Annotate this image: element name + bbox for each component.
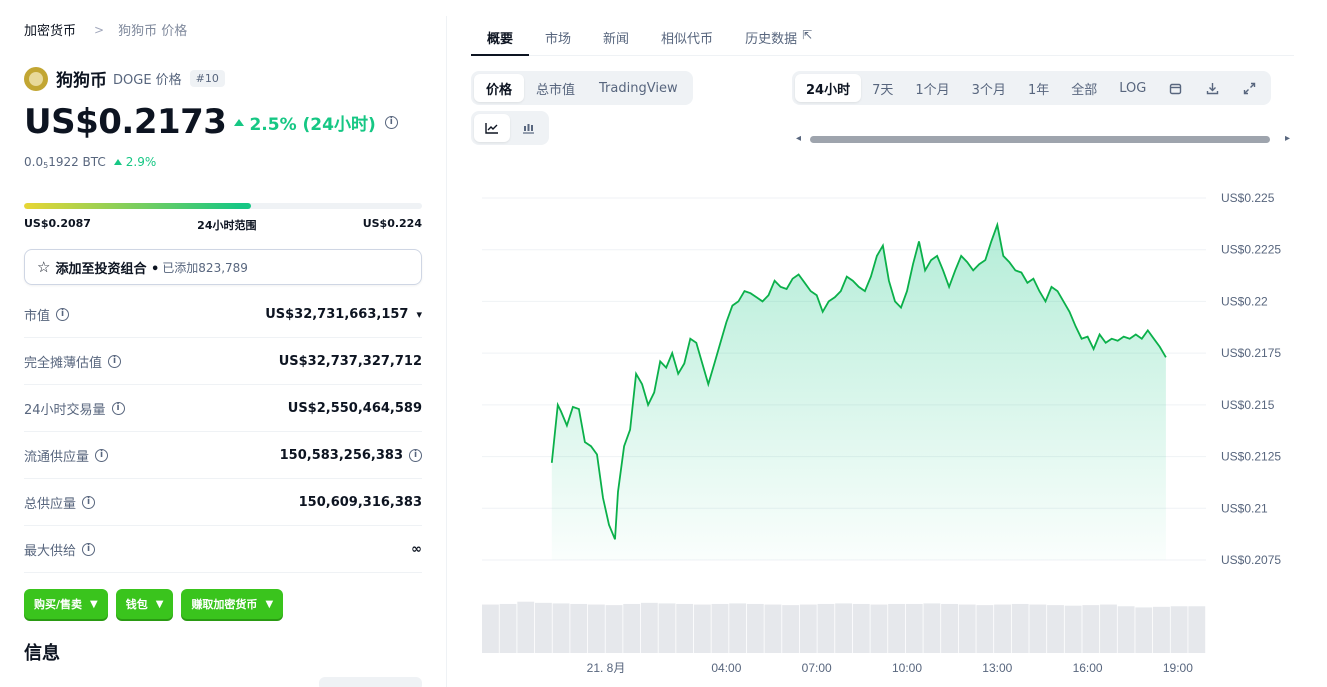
volume-bar	[517, 601, 535, 653]
volume-bar	[623, 603, 641, 653]
x-tick-label: 13:00	[982, 661, 1012, 675]
volume-bar	[1170, 606, 1188, 653]
volume-bar	[552, 603, 570, 653]
y-tick-label: US$0.2225	[1221, 243, 1281, 257]
x-tick-label: 16:00	[1073, 661, 1103, 675]
volume-bar	[1135, 607, 1153, 653]
y-tick-label: US$0.225	[1221, 191, 1275, 205]
volume-bar	[1011, 603, 1029, 653]
x-tick-label: 07:00	[802, 661, 832, 675]
volume-bar	[958, 604, 976, 653]
volume-bar	[941, 603, 958, 653]
volume-bar	[605, 605, 623, 653]
y-tick-label: US$0.21	[1221, 501, 1268, 515]
volume-bar	[1117, 606, 1135, 653]
y-tick-label: US$0.2075	[1221, 553, 1281, 567]
volume-bar	[570, 603, 588, 653]
y-tick-label: US$0.2125	[1221, 450, 1281, 464]
price-chart[interactable]: US$0.225 US$0.2225 US$0.22 US$0.2175 US$0.21…	[0, 0, 1327, 687]
volume-bar	[994, 604, 1011, 653]
volume-bar	[1029, 604, 1047, 653]
volume-bar	[640, 602, 658, 653]
y-tick-label: US$0.22	[1221, 294, 1268, 308]
volume-bar	[870, 604, 888, 653]
volume-bar	[534, 602, 552, 653]
volume-bar	[764, 604, 782, 653]
x-tick-label: 21. 8月	[587, 661, 626, 675]
volume-bar	[1188, 606, 1206, 653]
volume-bar	[852, 603, 870, 653]
volume-bar	[905, 603, 923, 653]
volume-bar	[1100, 604, 1117, 653]
volume-bar	[587, 604, 605, 653]
volume-bar	[817, 603, 835, 653]
volume-bar	[746, 603, 764, 653]
volume-bar	[729, 603, 747, 653]
volume-bar	[835, 603, 853, 653]
volume-bar	[976, 605, 994, 653]
volume-bar	[1153, 606, 1170, 653]
volume-bar	[693, 604, 711, 653]
x-tick-label: 10:00	[892, 661, 922, 675]
volume-bar	[923, 603, 941, 653]
volume-bar	[482, 604, 499, 653]
y-tick-label: US$0.2175	[1221, 346, 1281, 360]
volume-bar	[1064, 605, 1082, 653]
volume-bar	[676, 603, 694, 653]
volume-bar	[799, 604, 817, 653]
volume-bar	[711, 603, 729, 653]
y-tick-label: US$0.215	[1221, 398, 1275, 412]
volume-bar	[499, 603, 517, 653]
volume-bar	[888, 603, 906, 653]
volume-bar	[658, 603, 676, 653]
volume-bar	[1047, 605, 1064, 653]
volume-bar	[782, 605, 800, 653]
x-tick-label: 04:00	[711, 661, 741, 675]
volume-bar	[1082, 605, 1100, 653]
x-tick-label: 19:00	[1163, 661, 1193, 675]
